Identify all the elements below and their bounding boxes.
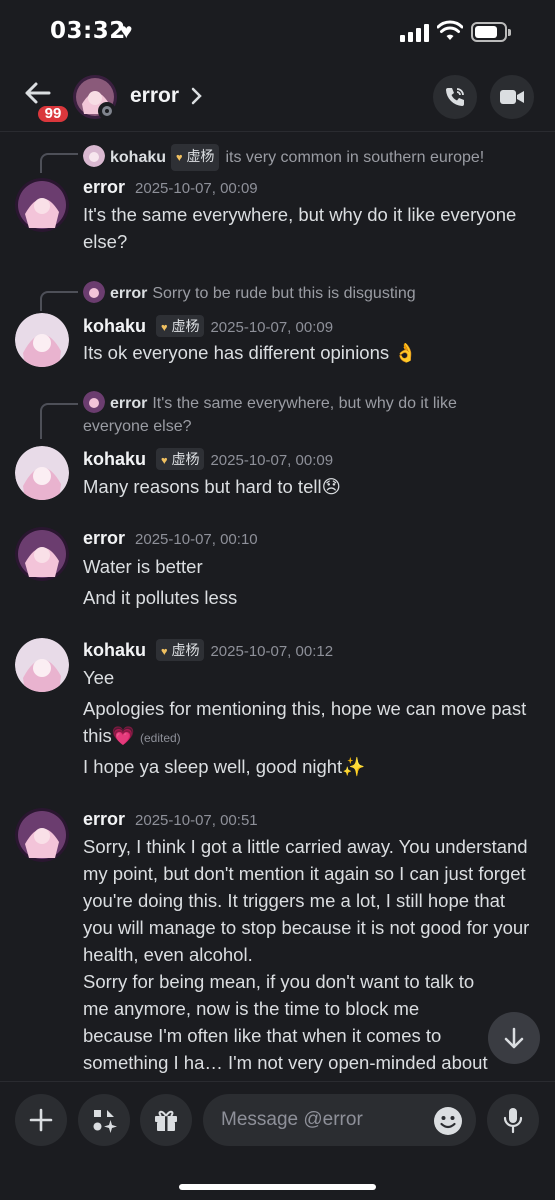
- wifi-icon: [437, 20, 463, 40]
- reply-connector: [40, 153, 78, 173]
- author-name[interactable]: kohaku: [83, 640, 146, 660]
- microphone-icon: [503, 1108, 523, 1134]
- author-name[interactable]: kohaku: [83, 316, 146, 336]
- timestamp: 2025-10-07, 00:09: [210, 452, 334, 469]
- reply-preview[interactable]: kohaku ♥ 虚杨 its very common in southern eu…: [83, 144, 484, 171]
- author-name[interactable]: error: [83, 528, 125, 548]
- timestamp: 2025-10-07, 00:51: [135, 812, 258, 829]
- message-header: error 2025-10-07, 00:51: [83, 809, 258, 830]
- phone-icon: [446, 88, 464, 106]
- message-header: error 2025-10-07, 00:10: [83, 528, 258, 549]
- message-content: Apologies for mentioning this, hope we c…: [83, 698, 527, 746]
- emoji-icon[interactable]: [433, 1106, 463, 1136]
- message-content: I hope ya sleep well, good night✨: [83, 756, 366, 777]
- jump-to-bottom-button[interactable]: [488, 1012, 540, 1064]
- timestamp: 2025-10-07, 00:12: [210, 643, 334, 660]
- add-attachment-button[interactable]: [15, 1094, 67, 1146]
- heart-icon: ♥: [161, 322, 168, 334]
- message-content: Sorry, I think I got a little carried aw…: [83, 836, 530, 965]
- avatar: [83, 145, 105, 167]
- avatar[interactable]: [15, 808, 69, 862]
- reply-preview[interactable]: error Sorry to be rude but this is disgus…: [83, 281, 416, 305]
- timestamp: 2025-10-07, 00:09: [210, 319, 334, 336]
- video-call-button[interactable]: [490, 75, 534, 119]
- video-camera-icon: [500, 90, 524, 104]
- message-content: Its ok everyone has different opinions 👌: [83, 342, 418, 363]
- avatar: [83, 281, 105, 303]
- reply-connector: [40, 291, 78, 311]
- unread-badge: 99: [35, 103, 71, 125]
- message-content: Sorry for being mean, if you don't want …: [83, 971, 488, 1081]
- heart-icon: ♥: [120, 20, 133, 43]
- voice-message-button[interactable]: [487, 1094, 539, 1146]
- cellular-signal-icon: [400, 24, 429, 42]
- message-list[interactable]: kohaku ♥ 虚杨 its very common in southern eu…: [0, 133, 555, 1081]
- heart-icon: ♥: [176, 152, 183, 164]
- message-content: And it pollutes less: [83, 587, 238, 608]
- clock: 03:32: [50, 18, 126, 44]
- gift-button[interactable]: [140, 1094, 192, 1146]
- gift-icon: [155, 1110, 177, 1131]
- home-indicator: [179, 1184, 376, 1190]
- chevron-right-icon[interactable]: [190, 86, 204, 106]
- message-content: It's the same everywhere, but why do it …: [83, 204, 517, 252]
- status-bar: 03:32 ♥: [0, 0, 555, 64]
- avatar[interactable]: [15, 313, 69, 367]
- message-header: kohaku ♥ 虚杨 2025-10-07, 00:09: [83, 315, 333, 337]
- avatar[interactable]: [15, 446, 69, 500]
- message-header: kohaku ♥ 虚杨 2025-10-07, 00:09: [83, 448, 333, 470]
- offline-status-icon: [98, 102, 116, 120]
- voice-call-button[interactable]: [433, 75, 477, 119]
- author-name[interactable]: error: [83, 177, 125, 197]
- server-tag: ♥ 虚杨: [156, 315, 205, 337]
- message-content: Water is better: [83, 556, 203, 577]
- channel-title[interactable]: error: [130, 84, 179, 108]
- avatar[interactable]: [15, 638, 69, 692]
- message-composer: Message @error: [0, 1081, 555, 1200]
- apps-icon: [93, 1110, 117, 1133]
- heart-icon: ♥: [161, 455, 168, 467]
- reply-connector: [40, 403, 78, 439]
- reply-preview[interactable]: error It's the same everywhere, but why d…: [83, 391, 523, 438]
- arrow-down-icon: [504, 1027, 524, 1049]
- dm-header: 99 error: [0, 64, 555, 132]
- avatar: [83, 391, 105, 413]
- heart-icon: ♥: [161, 646, 168, 658]
- server-tag: ♥ 虚杨: [156, 639, 205, 661]
- server-tag: ♥ 虚杨: [156, 448, 205, 470]
- message-content: Many reasons but hard to tell😞: [83, 476, 341, 497]
- message-header: kohaku ♥ 虚杨 2025-10-07, 00:12: [83, 639, 333, 661]
- timestamp: 2025-10-07, 00:10: [135, 531, 258, 548]
- timestamp: 2025-10-07, 00:09: [135, 180, 258, 197]
- server-tag: ♥ 虚杨: [171, 144, 220, 171]
- message-header: error 2025-10-07, 00:09: [83, 177, 258, 198]
- apps-button[interactable]: [78, 1094, 130, 1146]
- author-name[interactable]: error: [83, 809, 125, 829]
- author-name[interactable]: kohaku: [83, 449, 146, 469]
- plus-icon: [29, 1108, 53, 1132]
- avatar[interactable]: [15, 527, 69, 581]
- message-content: Yee: [83, 667, 115, 688]
- edited-label: (edited): [139, 731, 181, 745]
- avatar[interactable]: [15, 178, 69, 232]
- battery-icon: [471, 22, 511, 42]
